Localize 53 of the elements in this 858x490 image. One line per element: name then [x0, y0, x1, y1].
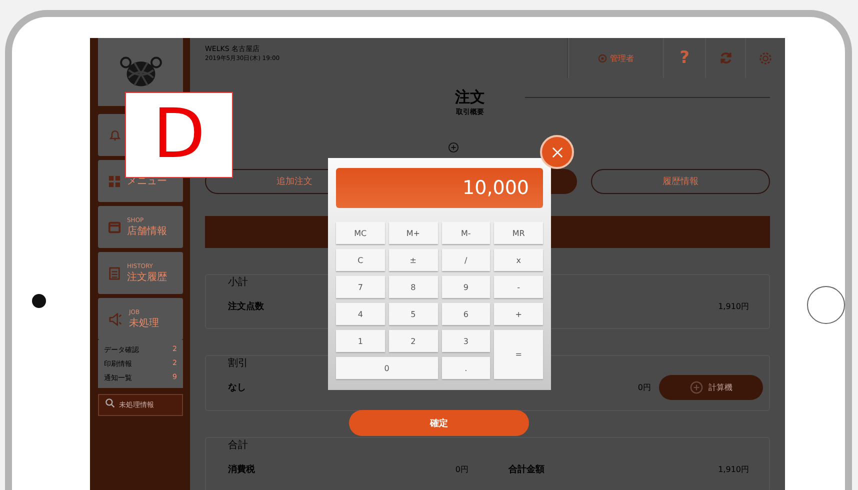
home-button[interactable]	[807, 286, 845, 324]
calculator-key[interactable]: 3	[442, 330, 490, 352]
row-value: 0円	[455, 464, 468, 474]
row-label: 合計金額	[508, 463, 544, 476]
calculator-key[interactable]: M-	[442, 222, 490, 244]
calculator-key[interactable]: 7	[336, 276, 385, 298]
calculator-display: 10,000	[336, 168, 543, 208]
calculator-key[interactable]: 8	[388, 276, 438, 298]
calculator-key[interactable]: MC	[336, 222, 385, 244]
page-title: 注文	[455, 88, 485, 106]
row-value: 0円	[638, 382, 651, 393]
item-label: 店舗情報	[127, 224, 167, 238]
calculator-key[interactable]: ±	[388, 249, 438, 271]
plus-circle-icon	[448, 142, 459, 153]
plus-circle-icon	[690, 381, 702, 394]
item-label: 注文履歴	[127, 270, 167, 284]
camera-dot	[32, 294, 46, 308]
calculator-key[interactable]: 1	[336, 330, 385, 352]
calculator-key[interactable]: 2	[388, 330, 438, 352]
user-circle-icon	[598, 54, 607, 62]
calculator-key[interactable]: =	[494, 330, 543, 379]
calculator-key[interactable]: M+	[388, 222, 438, 244]
calculator-key[interactable]: +	[494, 303, 543, 325]
close-icon	[550, 146, 564, 158]
calculator-key[interactable]: C	[336, 249, 385, 271]
confirm-button[interactable]: 確定	[349, 410, 529, 436]
calculator-key[interactable]: 6	[442, 303, 490, 325]
calculator-key[interactable]: 9	[442, 276, 490, 298]
calculator-key[interactable]: 0	[336, 357, 438, 379]
row-label: 注文点数	[228, 300, 264, 312]
grid-icon	[108, 174, 121, 188]
marker-label-overlay: D	[125, 92, 233, 178]
row-value: 1,910円	[718, 464, 749, 474]
calculator-button[interactable]: 計算機	[659, 375, 763, 400]
row-label: なし	[228, 382, 246, 394]
list-icon	[108, 266, 121, 280]
calculator-key[interactable]: .	[442, 357, 490, 379]
calculator-key[interactable]: 5	[388, 303, 438, 325]
close-button[interactable]	[540, 135, 574, 169]
item-label: 未処理	[129, 316, 159, 330]
shop-icon	[108, 220, 121, 234]
speaker-icon	[108, 312, 123, 326]
settings-icon	[758, 50, 773, 66]
calculator-key[interactable]: x	[494, 249, 543, 271]
calculator-key[interactable]: MR	[494, 222, 543, 244]
calculator-key[interactable]: /	[442, 249, 490, 271]
bell-icon	[108, 128, 122, 142]
refresh-icon	[718, 51, 732, 65]
calculator-key[interactable]: 4	[336, 303, 385, 325]
row-label: 消費税	[228, 463, 255, 476]
row-value: 1,910円	[718, 300, 749, 312]
search-icon	[105, 398, 115, 408]
calculator-key[interactable]: -	[494, 276, 543, 298]
